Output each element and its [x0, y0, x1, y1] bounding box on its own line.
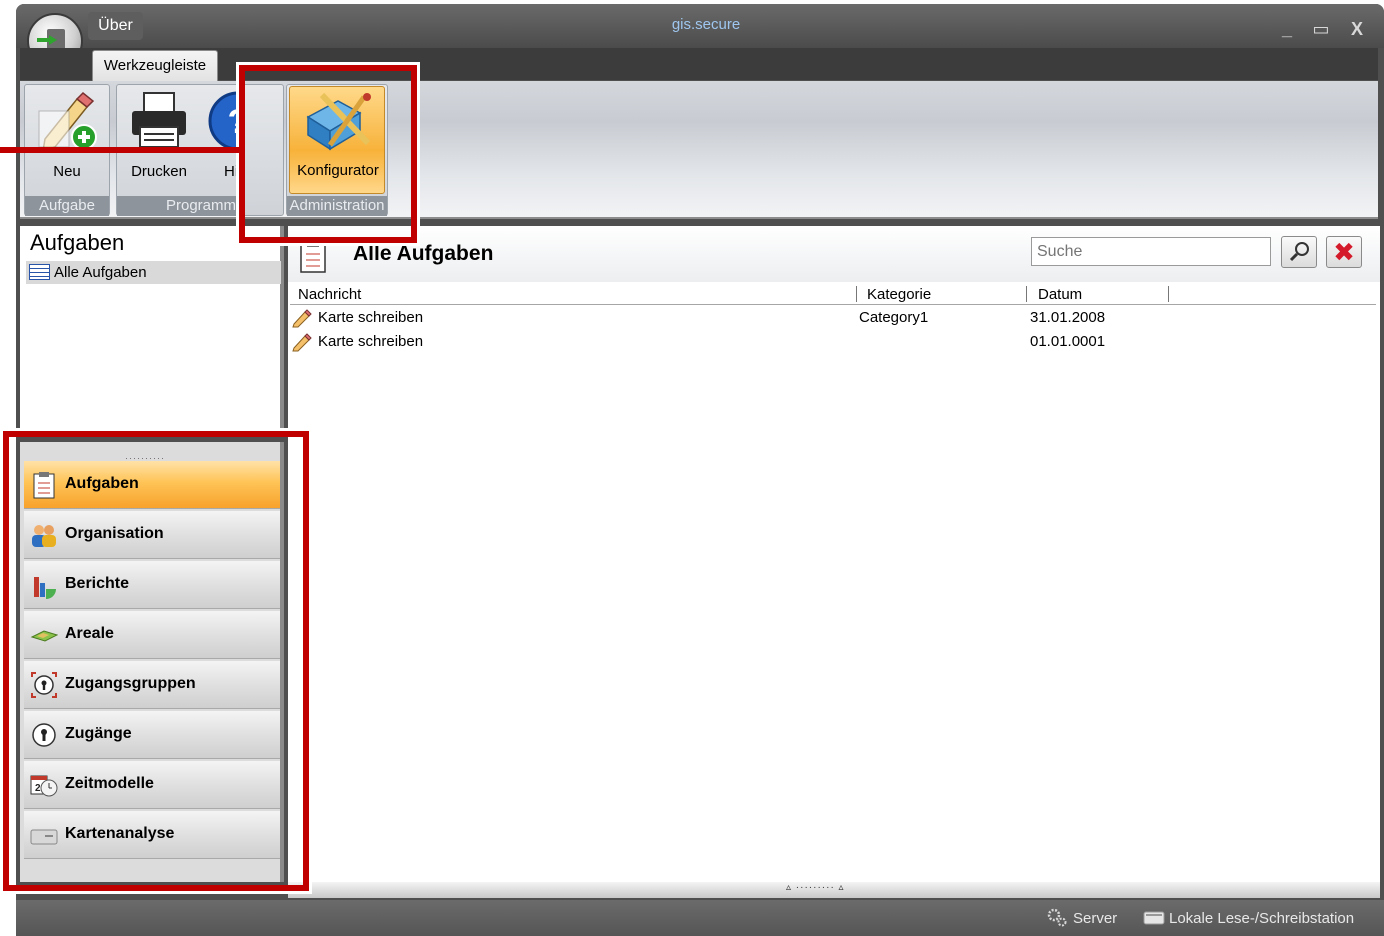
task-tree-panel: [20, 226, 284, 428]
card-reader-icon: [1143, 911, 1165, 925]
table-row[interactable]: Karte schreiben Category1 31.01.2008: [290, 306, 1376, 330]
annotation-highlight-configurator: [239, 65, 417, 243]
clear-search-button[interactable]: ✖: [1326, 236, 1362, 268]
ribbon-tab-row: [20, 48, 1378, 80]
column-separator[interactable]: [856, 286, 857, 302]
cell-nachricht: Karte schreiben: [318, 333, 424, 350]
close-icon: ✖: [1333, 237, 1355, 267]
list-icon: [29, 264, 50, 280]
gears-icon: [1047, 908, 1067, 927]
column-header-datum[interactable]: Datum: [1038, 286, 1082, 303]
header-divider: [290, 304, 1376, 305]
left-panel-title: Aufgaben: [30, 230, 125, 255]
search-button[interactable]: [1281, 236, 1317, 268]
group-label-aufgabe: Aufgabe: [25, 196, 109, 216]
help-button-label: Hilfe: [224, 163, 240, 180]
pencil-icon: [292, 333, 312, 352]
help-button[interactable]: ? Hilfe: [204, 87, 240, 193]
splitter-grip[interactable]: ▵ ········· ▵: [786, 882, 845, 893]
status-server: Server: [1073, 910, 1118, 927]
cell-datum: 31.01.2008: [1030, 309, 1106, 326]
column-header-nachricht[interactable]: Nachricht: [298, 286, 361, 303]
tree-item-label: Alle Aufgaben: [54, 264, 147, 281]
annotation-highlight-navigation: [3, 431, 309, 891]
cell-kategorie: Category1: [859, 309, 929, 326]
search-input[interactable]: [1031, 237, 1271, 266]
annotation-pointer-line: [0, 147, 245, 153]
app-window: gis.secure _ ▭ X Über Werkzeugleiste Neu…: [0, 0, 1384, 936]
group-label-programm: Programm: [117, 196, 238, 216]
cell-nachricht: Karte schreiben: [318, 309, 424, 326]
pencil-icon: [292, 309, 312, 328]
print-button[interactable]: Drucken: [118, 87, 200, 193]
cell-datum: 01.01.0001: [1030, 333, 1106, 350]
table-row[interactable]: Karte schreiben 01.01.0001: [290, 330, 1376, 354]
column-separator[interactable]: [1026, 286, 1027, 302]
close-button[interactable]: X: [1346, 18, 1368, 40]
tab-werkzeugleiste[interactable]: Werkzeugleiste: [92, 50, 218, 82]
maximize-button[interactable]: ▭: [1310, 18, 1332, 40]
minimize-button[interactable]: _: [1276, 18, 1298, 40]
new-button[interactable]: Neu: [27, 87, 107, 193]
status-station: Lokale Lese-/Schreibstation: [1169, 910, 1355, 927]
new-button-label: Neu: [53, 163, 81, 180]
column-separator[interactable]: [1168, 286, 1169, 302]
column-header-kategorie[interactable]: Kategorie: [867, 286, 931, 303]
print-button-label: Drucken: [131, 163, 187, 180]
search-icon: [1289, 242, 1309, 262]
window-title: gis.secure: [671, 16, 741, 33]
about-menu[interactable]: Über: [88, 12, 143, 40]
